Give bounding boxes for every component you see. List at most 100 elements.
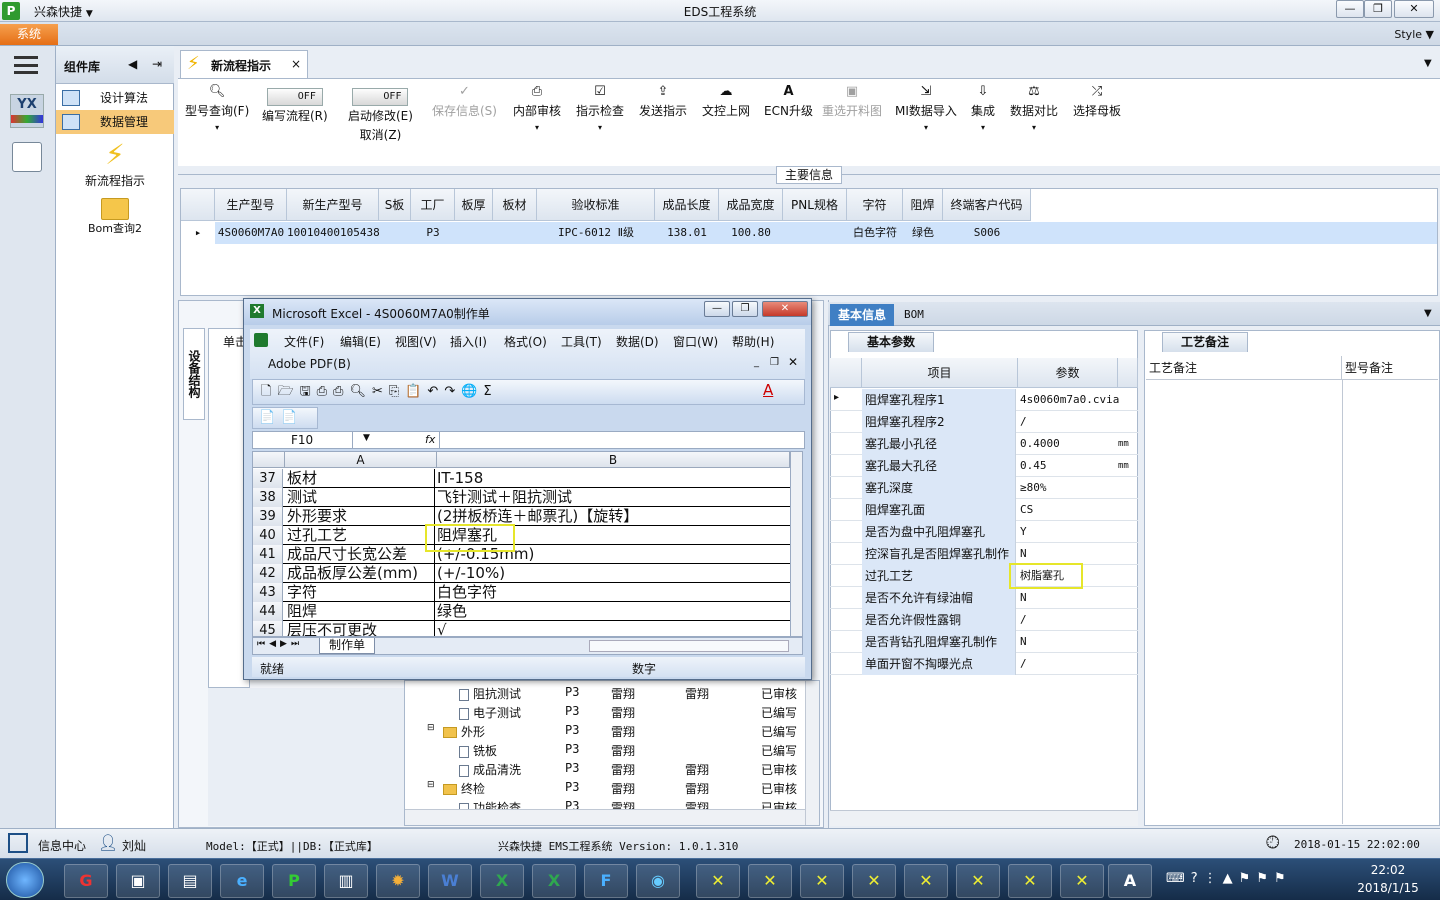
info-center-link[interactable]: 信息中心 <box>38 837 86 854</box>
grid-header[interactable]: 成品宽度 <box>719 189 783 221</box>
doc-control-online-button[interactable]: ☁ 文控上网 <box>702 82 750 119</box>
tree-horizontal-scrollbar[interactable] <box>405 809 805 825</box>
process-remark-header[interactable]: 工艺备注 <box>1146 356 1342 380</box>
menu-file[interactable]: 文件(F) <box>284 333 324 350</box>
taskbar-window-icon[interactable]: ✕ <box>852 864 896 898</box>
grid-header[interactable]: 生产型号 <box>215 189 287 221</box>
start-button[interactable] <box>6 862 44 898</box>
reselect-cutting-chart-button[interactable]: ▣ 重选开料图 <box>822 82 882 119</box>
param-row[interactable]: 塞孔深度 ≥80% <box>830 477 1138 499</box>
table-cell[interactable]: 10010400105438 <box>287 222 380 244</box>
table-cell[interactable]: IPC-6012 Ⅱ级 <box>537 222 655 244</box>
sheet-row[interactable]: 45 层压不可更改 √ <box>253 621 790 636</box>
sheet-row[interactable]: 43 字符 白色字符 <box>253 583 790 602</box>
taskbar-time[interactable]: 22:02 <box>1360 863 1416 877</box>
sheet-row[interactable]: 37 板材 IT-158 <box>253 469 790 488</box>
menu-edit[interactable]: 编辑(E) <box>340 333 381 350</box>
grid-header[interactable]: 终端客户代码 <box>943 189 1031 221</box>
sheet-vertical-scrollbar[interactable] <box>790 452 802 636</box>
excel-close-button[interactable]: ✕ <box>762 301 808 317</box>
taskbar-eye-icon[interactable]: ◉ <box>636 864 680 898</box>
toggle-switch[interactable]: OFF <box>352 88 409 106</box>
font-color-icon[interactable]: A <box>763 381 773 399</box>
taskbar-window-icon[interactable]: ✕ <box>1008 864 1052 898</box>
sheet-tab[interactable]: 制作单 <box>319 638 375 654</box>
restore-button[interactable]: ❐ <box>1364 0 1392 18</box>
component-item-data-management[interactable]: 数据管理 <box>56 110 174 134</box>
menu-help[interactable]: 帮助(H) <box>732 333 774 350</box>
start-modify-toggle[interactable]: OFF 启动修改(E) 取消(Z) <box>348 88 413 143</box>
fx-icon[interactable]: fx <box>425 433 435 446</box>
integrate-button[interactable]: ⇩ 集成 ▾ <box>971 82 995 133</box>
select-all-corner[interactable] <box>253 452 285 468</box>
tab-new-process[interactable]: ⚡ 新流程指示 × <box>180 50 308 78</box>
grid-apps-icon[interactable] <box>8 833 28 853</box>
taskbar-excel-icon[interactable]: X <box>532 864 576 898</box>
param-row[interactable]: 塞孔最小孔径 0.4000 mm <box>830 433 1138 455</box>
grid-header[interactable]: S板 <box>379 189 411 221</box>
table-cell[interactable] <box>379 222 411 244</box>
taskbar-notepad-icon[interactable]: ▥ <box>324 864 368 898</box>
sheet-row[interactable]: 41 成品尺寸长宽公差 (+/-0.15mm) <box>253 545 790 564</box>
doc-restore-icon[interactable]: ❐ <box>770 357 779 368</box>
style-menu[interactable]: Style ▼ <box>1394 28 1434 41</box>
sheet-row[interactable]: 44 阻焊 绿色 <box>253 602 790 621</box>
param-row[interactable]: 是否不允许有绿油帽 N <box>830 587 1138 609</box>
collapse-left-icon[interactable]: ◀ <box>128 57 137 71</box>
tab-process-remarks[interactable]: 工艺备注 <box>1162 332 1248 352</box>
param-row[interactable]: 阻焊塞孔面 CS <box>830 499 1138 521</box>
tab-list-dropdown-icon[interactable]: ▼ <box>1424 58 1432 69</box>
minimize-button[interactable]: — <box>1336 0 1364 18</box>
param-row[interactable]: 过孔工艺 树脂塞孔 <box>830 565 1138 587</box>
taskbar-eds-icon[interactable]: P <box>272 864 316 898</box>
grid-header[interactable]: PNL规格 <box>783 189 847 221</box>
taskbar-window-icon[interactable]: ✕ <box>696 864 740 898</box>
tree-row[interactable]: 阻抗测试 P3 雷翔 雷翔 已审核 <box>405 683 805 702</box>
grid-header[interactable]: 工厂 <box>411 189 455 221</box>
doc-minimize-icon[interactable]: _ <box>754 357 759 368</box>
param-row[interactable]: 阻焊塞孔程序2 / <box>830 411 1138 433</box>
table-cell[interactable]: 白色字符 <box>847 222 903 244</box>
menu-view[interactable]: 视图(V) <box>395 333 437 350</box>
table-cell[interactable]: S006 <box>943 222 1031 244</box>
column-header-a[interactable]: A <box>285 452 437 468</box>
ecn-upgrade-button[interactable]: A ECN升级 <box>764 82 813 119</box>
param-row[interactable]: 塞孔最大孔径 0.45 mm <box>830 455 1138 477</box>
param-row[interactable]: ▸ 阻焊塞孔程序1 4s0060m7a0.cvia <box>830 389 1138 411</box>
sheet-nav-icons[interactable]: ⏮◀▶⏭ <box>257 639 303 649</box>
tree-row[interactable]: 成品清洗 P3 雷翔 雷翔 已审核 <box>405 759 805 778</box>
excel-doc-icon[interactable] <box>254 333 268 347</box>
grid-header[interactable]: 字符 <box>847 189 903 221</box>
tree-row[interactable]: 电子测试 P3 雷翔 已编写 <box>405 702 805 721</box>
table-cell[interactable]: P3 <box>411 222 455 244</box>
write-process-toggle[interactable]: OFF 编写流程(R) <box>262 88 328 126</box>
taskbar-text-icon[interactable]: A <box>1108 864 1152 898</box>
tray-icons[interactable]: ⌨?⋮▲⚑⚑⚑ <box>1166 871 1292 886</box>
taskbar-window-icon[interactable]: ✕ <box>800 864 844 898</box>
tab-close-icon[interactable]: × <box>291 57 301 71</box>
tab-basic-info[interactable]: 基本信息 <box>830 304 894 326</box>
table-cell[interactable] <box>783 222 847 244</box>
internal-review-button[interactable]: ⎙ 内部审核 ▾ <box>513 82 561 133</box>
param-grid-corner[interactable] <box>830 358 862 388</box>
sheet-row[interactable]: 42 成品板厚公差(mm) (+/-10%) <box>253 564 790 583</box>
taskbar-window-icon[interactable]: ✕ <box>956 864 1000 898</box>
grid-header[interactable]: 成品长度 <box>655 189 719 221</box>
toolbar-icons[interactable]: 🗋🗁🖫⎙⎙🔍︎✂⎘📋↶↷🌐Σ <box>261 382 498 404</box>
taskbar-window-icon[interactable]: ✕ <box>904 864 948 898</box>
taskbar-app-icon[interactable]: G <box>64 864 108 898</box>
menu-window[interactable]: 窗口(W) <box>673 333 718 350</box>
taskbar-excel-icon[interactable]: X <box>480 864 524 898</box>
menu-insert[interactable]: 插入(I) <box>450 333 487 350</box>
name-box-dropdown-icon[interactable]: ▼ <box>363 433 370 443</box>
pin-icon[interactable]: ⇥ <box>152 57 162 71</box>
taskbar-window-icon[interactable]: ✕ <box>1060 864 1104 898</box>
excel-restore-button[interactable]: ❐ <box>732 301 758 317</box>
taskbar-window-icon[interactable]: ✕ <box>748 864 792 898</box>
save-info-button[interactable]: ✓ 保存信息(S) <box>432 82 497 119</box>
sheet-row[interactable]: 38 测试 飞针测试＋阻抗测试 <box>253 488 790 507</box>
doc-close-icon[interactable]: ✕ <box>788 355 798 369</box>
param-horizontal-scrollbar[interactable] <box>830 810 1138 826</box>
taskbar-flow-icon[interactable]: F <box>584 864 628 898</box>
menu-format[interactable]: 格式(O) <box>504 333 547 350</box>
